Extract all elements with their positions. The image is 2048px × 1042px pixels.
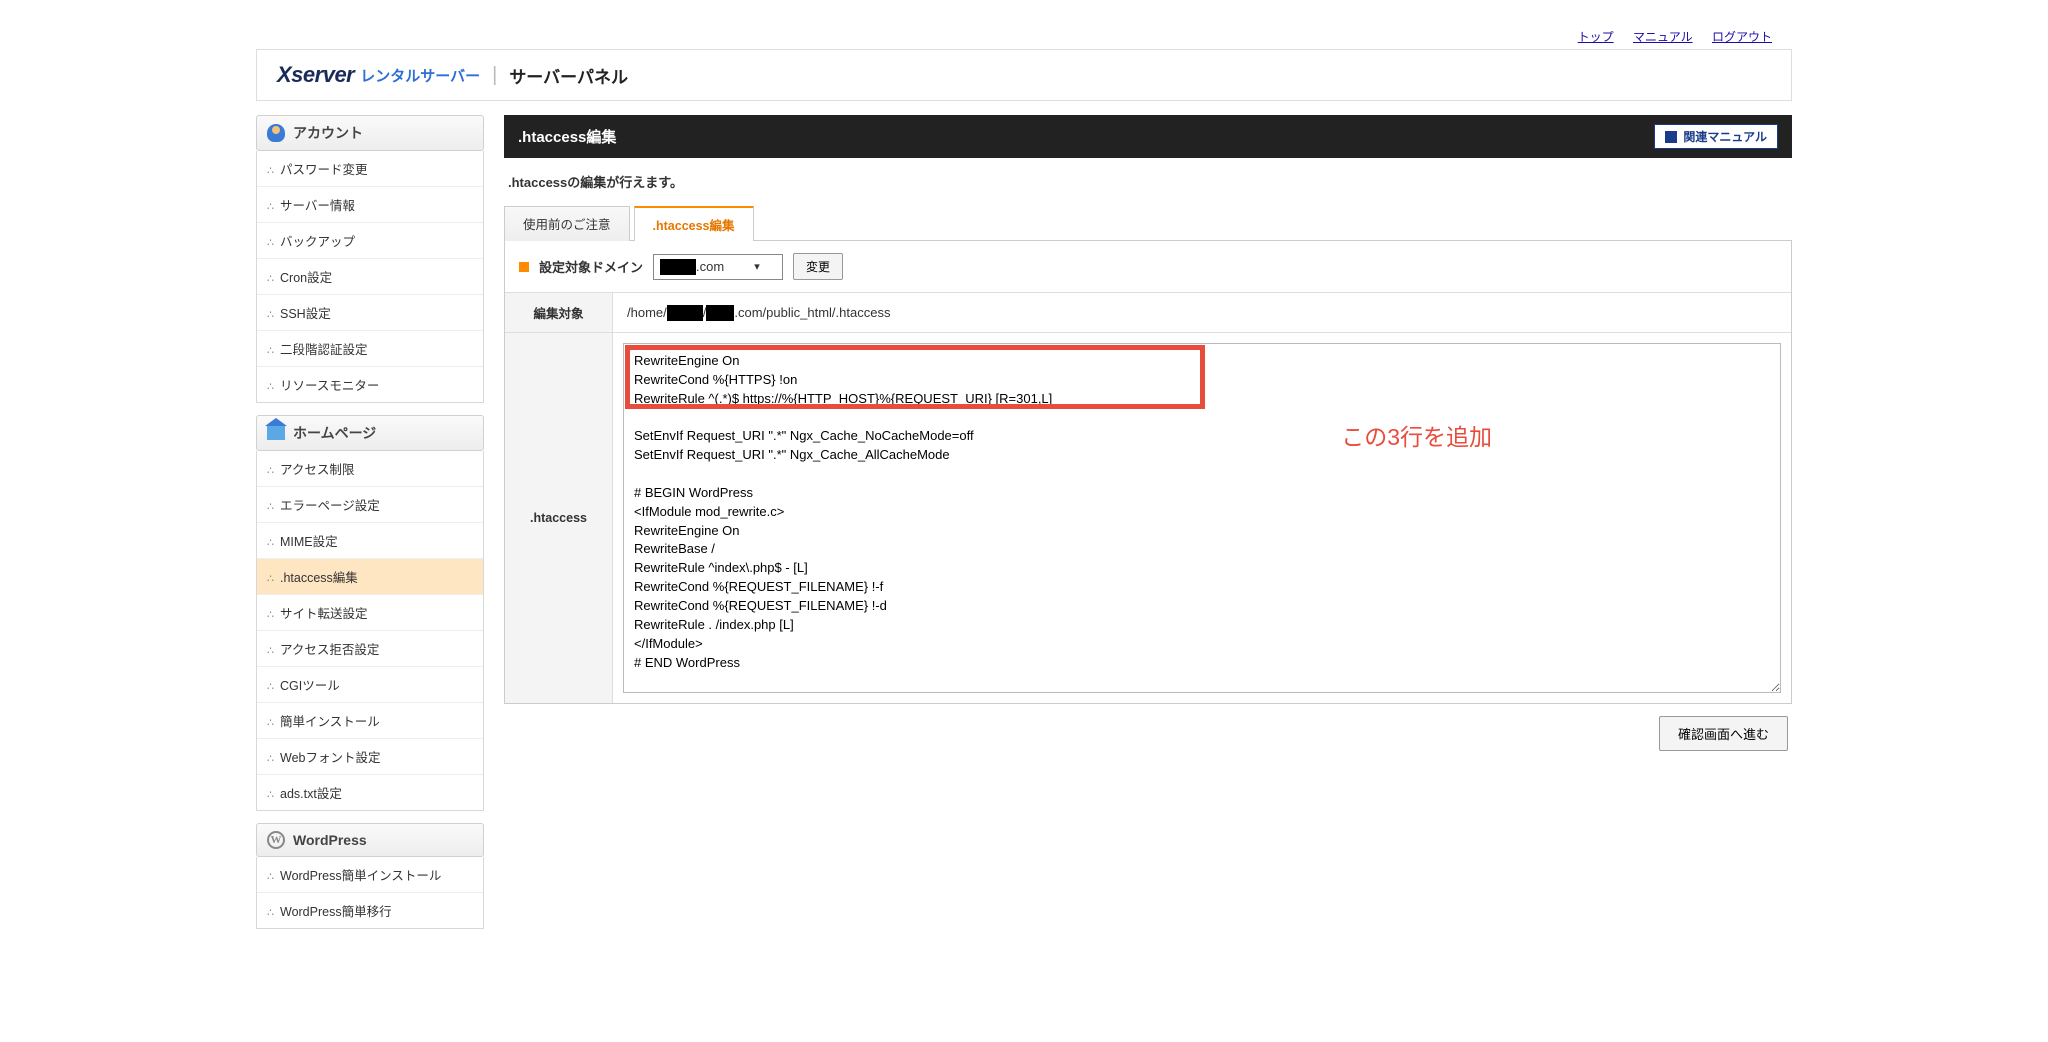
- home-icon: [267, 426, 285, 440]
- main-content: .htaccess編集 関連マニュアル .htaccessの編集が行えます。 使…: [504, 115, 1792, 941]
- sidebar-item-deny[interactable]: アクセス拒否設定: [257, 631, 483, 667]
- redacted-user: [667, 305, 703, 321]
- button-row: 確認画面へ進む: [504, 716, 1792, 751]
- sidebar-item-serverinfo[interactable]: サーバー情報: [257, 187, 483, 223]
- confirm-button[interactable]: 確認画面へ進む: [1659, 716, 1788, 751]
- page-title-bar: .htaccess編集 関連マニュアル: [504, 115, 1792, 158]
- sidebar-item-easyinstall[interactable]: 簡単インストール: [257, 703, 483, 739]
- sidebar-item-password[interactable]: パスワード変更: [257, 151, 483, 187]
- htaccess-label: .htaccess: [505, 333, 613, 703]
- change-button[interactable]: 変更: [793, 253, 843, 280]
- sidebar-header-account: アカウント: [256, 115, 484, 151]
- sidebar-item-adstxt[interactable]: ads.txt設定: [257, 775, 483, 810]
- logo-brand: Xserver: [277, 62, 354, 88]
- target-row: 編集対象 /home/ / .com/public_html/.htaccess: [505, 293, 1791, 333]
- sidebar-item-resource[interactable]: リソースモニター: [257, 367, 483, 402]
- sidebar-item-mime[interactable]: MIME設定: [257, 523, 483, 559]
- tab-htaccess-edit[interactable]: .htaccess編集: [634, 206, 754, 241]
- sidebar-section-title: WordPress: [293, 832, 367, 848]
- sidebar-group-account: パスワード変更 サーバー情報 バックアップ Cron設定 SSH設定 二段階認証…: [256, 151, 484, 403]
- path-prefix: /home/: [627, 305, 667, 320]
- sidebar-item-2fa[interactable]: 二段階認証設定: [257, 331, 483, 367]
- sidebar-item-access[interactable]: アクセス制限: [257, 451, 483, 487]
- person-icon: [267, 124, 285, 142]
- sidebar-group-wordpress: WordPress簡単インストール WordPress簡単移行: [256, 857, 484, 929]
- manual-link[interactable]: マニュアル: [1633, 30, 1693, 44]
- panel-title: サーバーパネル: [509, 63, 628, 88]
- logo-rental: レンタルサーバー: [360, 65, 480, 86]
- sidebar-item-errorpage[interactable]: エラーページ設定: [257, 487, 483, 523]
- sidebar-item-htaccess[interactable]: .htaccess編集: [257, 559, 483, 595]
- sidebar-item-cron[interactable]: Cron設定: [257, 259, 483, 295]
- domain-suffix: .com: [696, 259, 724, 274]
- sidebar-item-cgi[interactable]: CGIツール: [257, 667, 483, 703]
- sidebar-header-homepage: ホームページ: [256, 415, 484, 451]
- redacted-domain2: [706, 305, 734, 321]
- redacted-domain: [660, 259, 696, 275]
- related-manual-button[interactable]: 関連マニュアル: [1654, 124, 1778, 149]
- top-link[interactable]: トップ: [1578, 30, 1614, 44]
- header: Xserver レンタルサーバー | サーバーパネル: [256, 49, 1792, 101]
- domain-label: 設定対象ドメイン: [539, 257, 643, 276]
- sidebar-section-title: アカウント: [293, 123, 363, 143]
- htaccess-textarea[interactable]: [623, 343, 1781, 693]
- sidebar-item-redirect[interactable]: サイト転送設定: [257, 595, 483, 631]
- target-path: /home/ / .com/public_html/.htaccess: [613, 293, 1791, 332]
- bullet-icon: [519, 262, 529, 272]
- sidebar-header-wordpress: W WordPress: [256, 823, 484, 857]
- sidebar-item-ssh[interactable]: SSH設定: [257, 295, 483, 331]
- manual-icon: [1665, 131, 1677, 143]
- sidebar-item-webfont[interactable]: Webフォント設定: [257, 739, 483, 775]
- page-title: .htaccess編集: [518, 126, 616, 147]
- sidebar-item-backup[interactable]: バックアップ: [257, 223, 483, 259]
- htaccess-row: .htaccess: [505, 333, 1791, 703]
- sidebar: アカウント パスワード変更 サーバー情報 バックアップ Cron設定 SSH設定…: [256, 115, 484, 941]
- page-description: .htaccessの編集が行えます。: [504, 158, 1792, 205]
- manual-btn-label: 関連マニュアル: [1683, 128, 1767, 145]
- htaccess-cell: [613, 333, 1791, 703]
- sidebar-group-homepage: アクセス制限 エラーページ設定 MIME設定 .htaccess編集 サイト転送…: [256, 451, 484, 811]
- tab-notice[interactable]: 使用前のご注意: [504, 206, 630, 241]
- logout-link[interactable]: ログアウト: [1712, 30, 1772, 44]
- chevron-down-icon: ▾: [754, 260, 760, 273]
- target-label: 編集対象: [505, 293, 613, 332]
- divider: |: [492, 64, 497, 87]
- form-box: 設定対象ドメイン .com ▾ 変更 編集対象 /home/: [504, 240, 1792, 704]
- annotation-text: この3行を追加: [1341, 418, 1492, 452]
- sidebar-section-title: ホームページ: [293, 423, 376, 443]
- sidebar-item-wp-migrate[interactable]: WordPress簡単移行: [257, 893, 483, 928]
- path-suffix: .com/public_html/.htaccess: [734, 305, 890, 320]
- tabs: 使用前のご注意 .htaccess編集: [504, 205, 1792, 240]
- domain-select[interactable]: .com ▾: [653, 254, 783, 280]
- wordpress-icon: W: [267, 831, 285, 849]
- domain-row: 設定対象ドメイン .com ▾ 変更: [505, 241, 1791, 293]
- sidebar-item-wp-install[interactable]: WordPress簡単インストール: [257, 857, 483, 893]
- top-nav: トップ マニュアル ログアウト: [256, 20, 1792, 45]
